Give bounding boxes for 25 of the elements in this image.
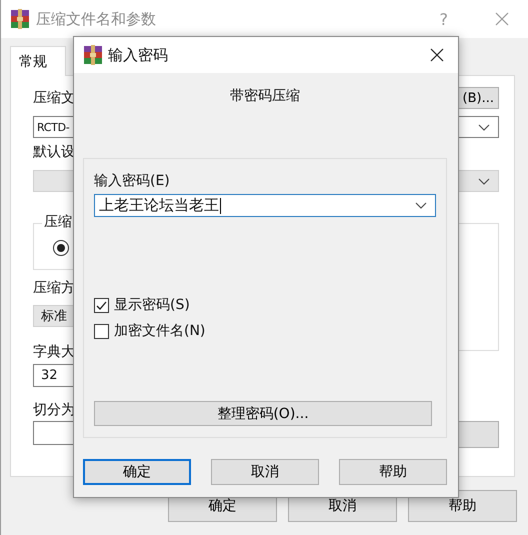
dialog-button[interactable]: 确定 [83, 459, 191, 485]
field-label: 输入密码(E) [94, 173, 170, 189]
close-icon[interactable] [430, 48, 444, 62]
archive-icon [83, 45, 103, 65]
dialog-button[interactable]: 取消 [211, 459, 319, 485]
tab[interactable]: 常规 [10, 46, 66, 76]
archive-icon [10, 9, 30, 29]
group-label: 压缩 [42, 213, 74, 231]
window-title: 压缩文件名和参数 [36, 10, 156, 28]
caret-icon [478, 124, 490, 131]
dialog-button[interactable]: 帮助 [339, 459, 447, 485]
caret-icon [478, 178, 490, 185]
checkbox[interactable] [94, 324, 109, 338]
organize-button[interactable]: 整理密码(O)... [94, 401, 432, 426]
radio-button[interactable] [53, 240, 69, 256]
checkbox-label: 显示密码(S) [114, 296, 190, 314]
checkbox[interactable] [94, 298, 109, 312]
dialog-title: 输入密码 [108, 46, 168, 64]
field-label: 默认设 [33, 143, 75, 162]
checkbox-label: 加密文件名(N) [114, 322, 206, 340]
field-label: 压缩文 [33, 89, 75, 108]
caret-icon [415, 202, 427, 209]
dialog-heading: 带密码压缩 [230, 88, 300, 104]
field-label: 压缩方 [33, 279, 75, 298]
password-combo[interactable]: 上老王论坛当老王 [94, 194, 436, 217]
